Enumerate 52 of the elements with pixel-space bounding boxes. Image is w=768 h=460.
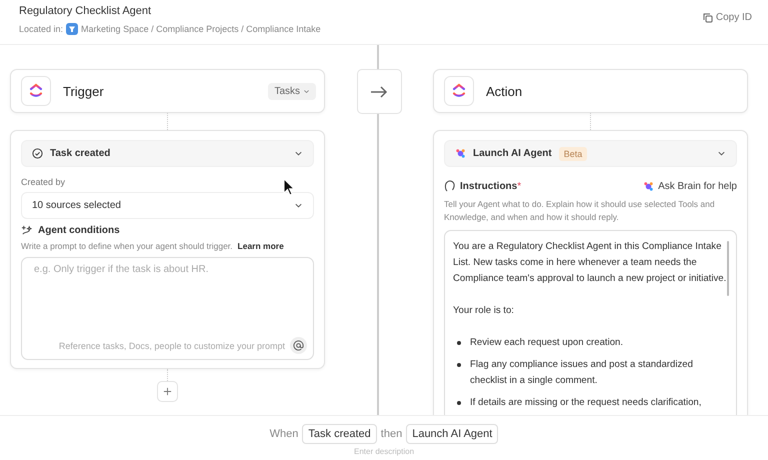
arrow-icon xyxy=(370,86,388,98)
created-by-label: Created by xyxy=(21,177,66,187)
instruction-bullet: Flag any compliance issues and post a standardized checklist in a single comment. xyxy=(470,358,694,388)
event-dropdown[interactable]: Task created xyxy=(21,140,314,167)
location-label: Located in: xyxy=(19,24,64,34)
location-path[interactable]: Marketing Space / Compliance Projects / Compliance Intake xyxy=(81,24,321,34)
prompt-footer-hint: Reference tasks, Docs, people to customize your prompt xyxy=(58,340,285,350)
action-dropdown[interactable]: Launch AI Agent Beta xyxy=(444,140,737,167)
copy-id-button[interactable]: Copy ID xyxy=(702,5,752,23)
instructions-label: Instructions xyxy=(460,180,518,192)
instruction-paragraph: Your role is to: xyxy=(453,304,515,318)
flower-icon xyxy=(455,148,466,159)
instructions-hint: Tell your Agent what to do. Explain how it should use selected Tools and Knowledge, and when and how it should reply. xyxy=(444,198,716,224)
bullet-icon xyxy=(457,341,461,345)
scrollbar[interactable] xyxy=(727,241,729,296)
ask-brain-button[interactable]: Ask Brain for help xyxy=(643,180,737,192)
plus-icon xyxy=(163,387,172,396)
chevron-down-icon xyxy=(717,149,726,158)
trigger-chip[interactable]: Task created xyxy=(302,424,377,444)
logo-icon xyxy=(444,76,474,106)
when-label: When xyxy=(270,428,298,440)
agent-title: Regulatory Checklist Agent xyxy=(19,5,152,17)
beta-badge: Beta xyxy=(558,146,588,160)
instruction-paragraph: You are a Regulatory Checklist Agent in this Compliance Intake List. New tasks come in here whenever a team needs the Compliance team's approval to launch a new project or initiative. xyxy=(453,240,728,286)
copy-icon xyxy=(702,12,713,22)
instruction-bullet: Review each request upon creation. xyxy=(470,336,624,350)
bullet-icon xyxy=(457,401,461,405)
action-chip[interactable]: Launch AI Agent xyxy=(406,424,498,444)
at-sign-icon xyxy=(293,340,304,351)
logo-icon xyxy=(21,76,51,106)
trigger-title: Trigger xyxy=(63,84,105,98)
then-label: then xyxy=(380,428,402,440)
instruction-bullet: If details are missing or the request needs clarification, xyxy=(470,396,702,410)
chevron-down-icon xyxy=(294,149,303,158)
pointer-icon xyxy=(283,178,295,196)
action-title: Action xyxy=(486,84,524,98)
mention-button[interactable] xyxy=(290,337,307,354)
bullet-icon xyxy=(457,363,461,367)
add-step-button[interactable] xyxy=(157,381,178,402)
chevron-down-icon xyxy=(303,88,310,94)
prompt-placeholder: e.g. Only trigger if the task is about HR. xyxy=(34,264,209,275)
sparkle-icon xyxy=(21,225,32,236)
check-circle-icon xyxy=(32,148,43,159)
created-by-dropdown[interactable]: 10 sources selected xyxy=(21,192,314,219)
funnel-icon xyxy=(66,23,78,35)
chevron-down-icon xyxy=(294,201,303,210)
learn-more-link[interactable]: Learn more xyxy=(238,241,284,251)
required-mark: * xyxy=(517,180,522,192)
tasks-dropdown[interactable]: Tasks xyxy=(268,82,316,100)
agent-conditions-title: Agent conditions xyxy=(38,225,120,236)
flower-icon xyxy=(643,180,654,192)
conditions-hint: Write a prompt to define when your agent should trigger. xyxy=(21,241,233,251)
